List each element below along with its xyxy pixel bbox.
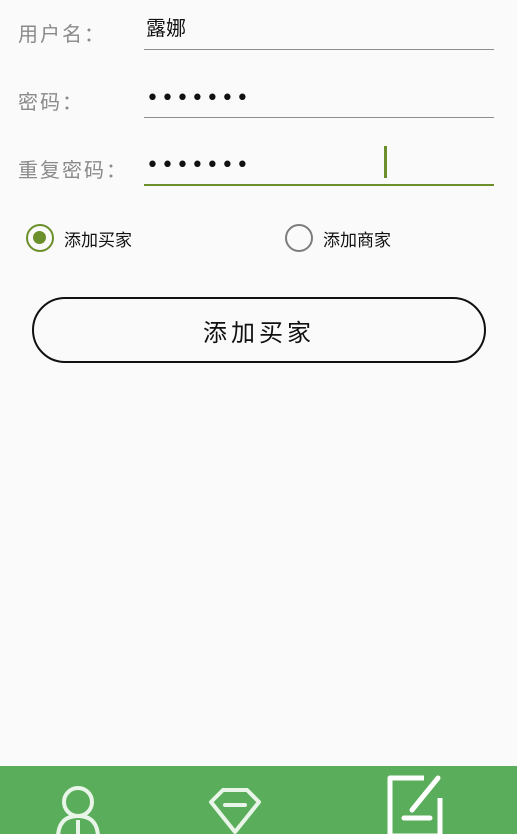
username-value: 露娜: [146, 16, 186, 40]
radio-checked-icon: [26, 224, 54, 252]
bottom-nav: [0, 766, 517, 834]
nav-item-diamond[interactable]: [195, 766, 275, 834]
confirm-password-row: 重复密码： •••••••: [0, 146, 517, 190]
confirm-password-input[interactable]: •••••••: [144, 146, 494, 186]
edit-icon: [387, 775, 443, 834]
username-label: 用户名：: [18, 22, 106, 46]
radio-unchecked-icon: [285, 224, 313, 252]
radio-add-merchant[interactable]: 添加商家: [285, 224, 391, 252]
username-input[interactable]: 露娜: [144, 10, 494, 50]
radio-add-merchant-label: 添加商家: [323, 230, 391, 251]
text-caret: [384, 146, 387, 178]
radio-add-buyer[interactable]: 添加买家: [26, 224, 132, 252]
user-icon: [56, 786, 100, 834]
confirm-password-label: 重复密码：: [18, 158, 128, 182]
password-label: 密码：: [18, 90, 84, 114]
add-buyer-button[interactable]: 添加买家: [32, 297, 486, 363]
password-row: 密码： •••••••: [0, 78, 517, 122]
nav-item-user[interactable]: [40, 766, 120, 834]
diamond-icon: [209, 788, 261, 834]
username-row: 用户名： 露娜: [0, 10, 517, 54]
radio-add-buyer-label: 添加买家: [64, 230, 132, 251]
password-value: •••••••: [146, 86, 251, 111]
confirm-password-value: •••••••: [146, 153, 251, 178]
nav-item-edit[interactable]: [378, 766, 458, 834]
role-radio-group: 添加买家 添加商家: [0, 222, 517, 256]
password-input[interactable]: •••••••: [144, 78, 494, 118]
